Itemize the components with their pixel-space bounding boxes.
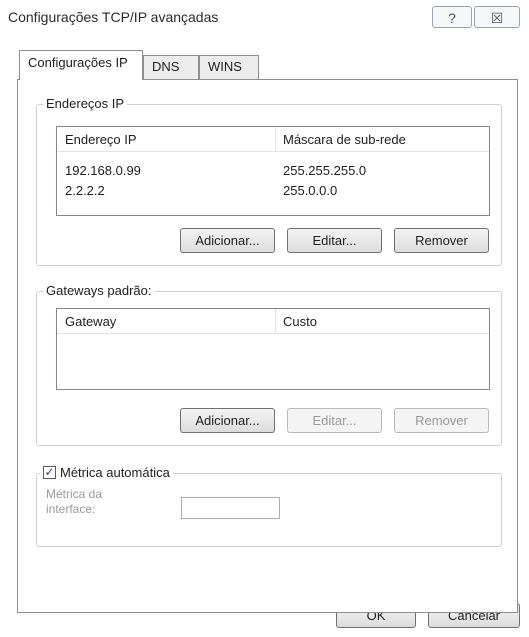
ip-cell: 2.2.2.2 [65,183,105,198]
ip-addresses-group-label: Endereços IP [43,96,128,111]
column-divider [275,127,276,151]
column-divider [275,309,276,333]
tab-wins[interactable]: WINS [199,55,259,79]
tab-dns[interactable]: DNS [143,55,199,79]
gateways-group-label: Gateways padrão: [43,283,155,298]
help-button[interactable]: ? [432,6,472,28]
gateway-list[interactable]: Gateway Custo [56,308,490,390]
interface-metric-label-line2: interface: [46,502,96,516]
tab-label: Configurações IP [28,55,128,70]
interface-metric-label-line1: Métrica da [46,487,103,501]
column-header-subnet-mask[interactable]: Máscara de sub-rede [283,132,406,147]
close-icon: ☒ [490,10,504,26]
automatic-metric-checkbox[interactable]: ✓ [43,466,56,479]
edit-ip-button[interactable]: Editar... [287,228,382,253]
interface-metric-input[interactable] [181,497,280,519]
column-header-cost[interactable]: Custo [283,314,317,329]
tab-label: WINS [208,59,242,74]
close-button[interactable]: ☒ [474,6,520,28]
check-icon: ✓ [44,465,55,479]
edit-gateway-button: Editar... [287,408,382,433]
column-header-ip[interactable]: Endereço IP [65,132,137,147]
title-bar: Configurações TCP/IP avançadas ? ☒ [0,0,529,36]
table-row[interactable]: 192.168.0.99 255.255.255.0 [57,161,489,181]
window-title: Configurações TCP/IP avançadas [8,9,219,25]
list-header: Gateway Custo [57,309,489,334]
ip-address-list[interactable]: Endereço IP Máscara de sub-rede 192.168.… [56,126,490,216]
remove-gateway-button: Remover [394,408,489,433]
column-header-gateway[interactable]: Gateway [65,314,116,329]
ip-cell: 192.168.0.99 [65,163,141,178]
interface-metric-label: Métrica da interface: [46,487,102,517]
remove-ip-button[interactable]: Remover [394,228,489,253]
tab-label: DNS [152,59,180,74]
help-icon: ? [448,10,456,26]
table-row[interactable]: 2.2.2.2 255.0.0.0 [57,181,489,201]
add-gateway-button[interactable]: Adicionar... [180,408,275,433]
mask-cell: 255.0.0.0 [283,183,338,198]
automatic-metric-option[interactable]: ✓ Métrica automática [40,465,173,480]
mask-cell: 255.255.255.0 [283,163,367,178]
automatic-metric-label: Métrica automática [60,465,170,480]
list-header: Endereço IP Máscara de sub-rede [57,127,489,152]
add-ip-button[interactable]: Adicionar... [180,228,275,253]
tab-ip-settings[interactable]: Configurações IP [19,50,143,80]
